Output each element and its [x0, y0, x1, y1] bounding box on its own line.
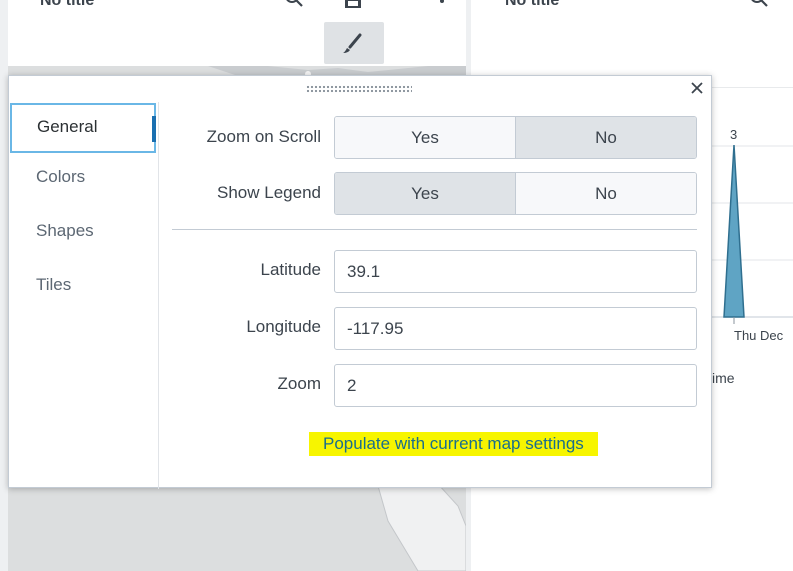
- panel-title: No title: [505, 0, 560, 9]
- search-icon[interactable]: [284, 0, 304, 10]
- format-sidebar: General Colors Shapes Tiles: [9, 102, 159, 489]
- section-divider: [172, 229, 697, 230]
- show-legend-toggle: Yes No: [334, 172, 697, 215]
- populate-map-settings-link[interactable]: Populate with current map settings: [309, 432, 598, 456]
- chart-peak-area: [723, 144, 745, 318]
- x-axis-label: ime: [712, 370, 735, 386]
- format-visualization-dialog: General Colors Shapes Tiles Zoom on Scro…: [8, 75, 712, 489]
- zoom-on-scroll-label: Zoom on Scroll: [206, 127, 321, 146]
- paintbrush-icon: [343, 33, 362, 53]
- drag-handle-icon[interactable]: [306, 85, 412, 93]
- zoom-input[interactable]: [334, 364, 697, 407]
- latitude-input[interactable]: [334, 250, 697, 293]
- zoom-on-scroll-no[interactable]: No: [515, 117, 696, 158]
- general-settings: Zoom on Scroll Yes No Show Legend Yes No…: [159, 102, 711, 487]
- sidebar-item-label: Colors: [36, 167, 86, 186]
- zoom-label: Zoom: [277, 374, 321, 393]
- zoom-on-scroll-toggle: Yes No: [334, 116, 697, 159]
- longitude-label: Longitude: [246, 317, 321, 336]
- sidebar-item-colors[interactable]: Colors: [9, 153, 158, 207]
- latitude-label: Latitude: [260, 260, 322, 279]
- sidebar-item-label: Shapes: [36, 221, 94, 240]
- save-icon[interactable]: [344, 0, 362, 10]
- zoom-on-scroll-yes[interactable]: Yes: [335, 117, 515, 158]
- show-legend-yes[interactable]: Yes: [335, 173, 515, 214]
- sidebar-item-shapes[interactable]: Shapes: [9, 207, 158, 261]
- x-tick-label: Thu Dec: [734, 328, 784, 343]
- dialog-header: [9, 76, 711, 102]
- show-legend-no[interactable]: No: [515, 173, 696, 214]
- sidebar-item-label: Tiles: [36, 275, 72, 294]
- sidebar-item-general[interactable]: General: [10, 103, 156, 153]
- longitude-input[interactable]: [334, 307, 697, 350]
- edit-format-button[interactable]: [324, 22, 384, 64]
- more-vertical-icon[interactable]: [438, 0, 446, 14]
- sidebar-item-tiles[interactable]: Tiles: [9, 261, 158, 315]
- close-icon[interactable]: [689, 80, 705, 96]
- panel-title: No title: [40, 0, 95, 9]
- sidebar-item-label: General: [37, 117, 98, 136]
- show-legend-label: Show Legend: [217, 183, 321, 202]
- active-indicator: [152, 116, 156, 142]
- chart-data-label: 3: [730, 127, 737, 142]
- search-icon[interactable]: [749, 0, 769, 10]
